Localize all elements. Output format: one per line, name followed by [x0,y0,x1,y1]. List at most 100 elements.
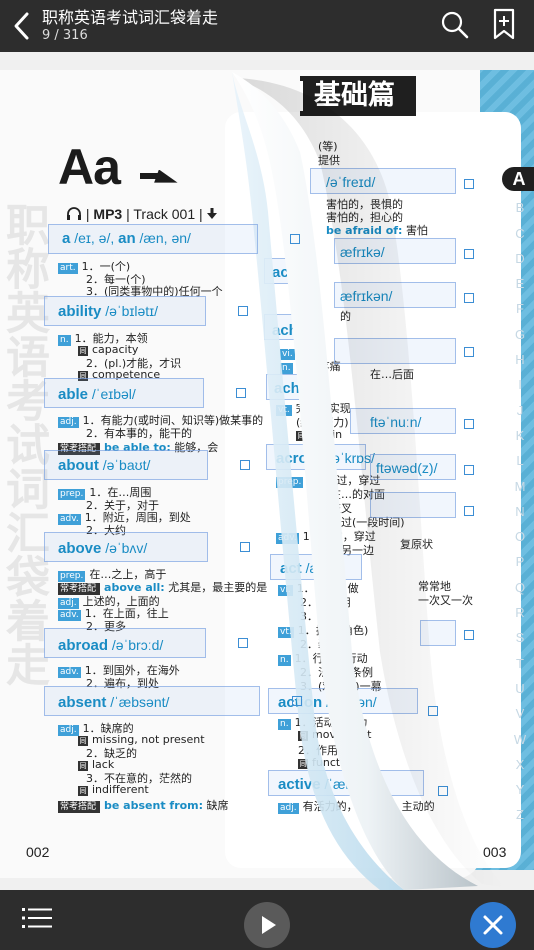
reader-app: 职称英语考试词汇袋着走 9 / 316 基础篇 (等) 提供 /əˈfreɪd/… [0,0,534,950]
alphabet-letter-r[interactable]: R [508,600,532,625]
word-checkbox[interactable] [240,542,250,552]
page-number-left: 002 [26,844,50,860]
synonym: 同 function [298,756,357,769]
synonym: 同 attain [296,428,343,441]
alphabet-letter-k[interactable]: K [508,423,532,448]
alphabet-letter-h[interactable]: H [508,347,532,372]
headphones-icon [67,207,81,220]
word-checkbox[interactable] [464,249,474,259]
list-menu-icon[interactable] [22,906,52,930]
phrase: be afraid of: 害怕 [326,224,428,237]
section-header: 基础篇 [300,76,416,116]
book-title: 职称英语考试词汇袋着走 [42,8,219,27]
alphabet-letter-i[interactable]: I [508,372,532,397]
word-checkbox[interactable] [464,630,474,640]
track-number: Track 001 [133,206,196,222]
word-checkbox[interactable] [464,465,474,475]
alphabet-letter-t[interactable]: T [508,651,532,676]
alphabet-letter-j[interactable]: J [508,398,532,423]
alphabet-letter-s[interactable]: S [508,625,532,650]
search-icon[interactable] [440,10,470,40]
headword-phonetic: /əˈfreɪd/ [326,174,376,190]
add-bookmark-icon[interactable] [490,8,518,40]
synonym: 同 missing, not present [78,732,205,746]
alphabet-index-active[interactable]: A [502,167,534,191]
download-arrow-icon [206,208,217,219]
synonym: 同 indifferent [78,782,149,796]
headword[interactable]: above /əˈbʌv/ [58,540,147,557]
audio-track-row[interactable]: | MP3 | Track 001 | [66,206,217,222]
top-bar: 职称英语考试词汇袋着走 9 / 316 [0,0,534,52]
word-checkbox[interactable] [240,460,250,470]
track-sep: | [85,206,90,222]
word-checkbox[interactable] [464,347,474,357]
alphabet-letter-n[interactable]: N [508,499,532,524]
play-button[interactable] [244,902,290,948]
definition: 在…后面 [370,368,414,381]
headword[interactable]: a /eɪ, ə/, an /æn, ən/ [62,230,191,247]
headword[interactable]: ability /əˈbɪlətɪ/ [58,303,158,320]
word-checkbox[interactable] [464,179,474,189]
alphabet-letter-b[interactable]: B [508,195,532,220]
book-stage[interactable]: 基础篇 (等) 提供 /əˈfreɪd/ 害怕的，畏惧的 害怕的，担心的 be … [0,52,534,890]
headword[interactable]: able /ˈeɪbəl/ [58,386,136,403]
alphabet-letter-q[interactable]: Q [508,575,532,600]
alphabet-letter-y[interactable]: Y [508,777,532,802]
word-checkbox[interactable] [238,306,248,316]
word-checkbox[interactable] [464,419,474,429]
alphabet-letter-z[interactable]: Z [508,802,532,827]
headword-box [420,620,456,646]
headword[interactable]: about /əˈbaʊt/ [58,457,150,474]
alphabet-index[interactable]: ABCDEFGHIJKLMNOPQRSTUVWXYZ [508,170,532,828]
alphabet-letter-o[interactable]: O [508,524,532,549]
alphabet-letter-v[interactable]: V [508,701,532,726]
definition: 复原状 [400,538,433,551]
headword: across /əˈkrɒs/ [276,450,375,467]
headword: act /ækt/ [280,560,337,577]
right-text: 提供 [318,154,340,167]
alphabet-letter-x[interactable]: X [508,752,532,777]
alphabet-letter-d[interactable]: D [508,246,532,271]
headword: active /ˈæktɪv/ [278,776,373,793]
alphabet-letter-g[interactable]: G [508,322,532,347]
word-checkbox[interactable] [428,706,438,716]
section-letter: Aa [58,139,121,195]
definition: 一次又一次 [418,594,473,607]
arrow-down-icon [140,170,178,183]
headword[interactable]: abroad /əˈbrɔːd/ [58,637,163,654]
alphabet-letter-f[interactable]: F [508,296,532,321]
definition: 的 [340,310,351,323]
word-checkbox[interactable] [290,234,300,244]
headword-box [370,492,456,518]
headword-phonetic: ftəwəd(z)/ [376,460,438,476]
word-checkbox[interactable] [238,638,248,648]
word-checkbox[interactable] [464,506,474,516]
alphabet-letter-l[interactable]: L [508,448,532,473]
headword-phonetic: æfrɪkən/ [340,288,393,304]
track-sep: | [126,206,130,222]
back-chevron-icon[interactable] [10,8,34,44]
alphabet-letter-e[interactable]: E [508,271,532,296]
word-checkbox[interactable] [292,696,302,706]
alphabet-letter-c[interactable]: C [508,221,532,246]
alphabet-letter-u[interactable]: U [508,676,532,701]
alphabet-letter-m[interactable]: M [508,474,532,499]
headword-box [334,338,456,364]
word-checkbox[interactable] [236,388,246,398]
word-checkbox[interactable] [464,293,474,303]
word-checkbox[interactable] [438,786,448,796]
page-counter: 9 / 316 [42,28,88,43]
headword[interactable]: absent /ˈæbsənt/ [58,694,169,711]
track-sep: | [199,206,203,222]
headword-phonetic: æfrɪkə/ [340,244,385,260]
track-format: MP3 [93,206,123,222]
close-button[interactable] [470,902,516,948]
common-phrase: 常考搭配 be absent from: 缺席 [58,799,229,813]
headword-phonetic: ftəˈnuːn/ [370,414,422,430]
page-number-right: 003 [483,844,507,860]
headword: acc [272,264,298,281]
definition: adj. 有活力的，积极的，主动的 [278,800,435,814]
alphabet-letter-p[interactable]: P [508,549,532,574]
definition: n. 痛，疼痛 [280,360,341,374]
alphabet-letter-w[interactable]: W [508,727,532,752]
